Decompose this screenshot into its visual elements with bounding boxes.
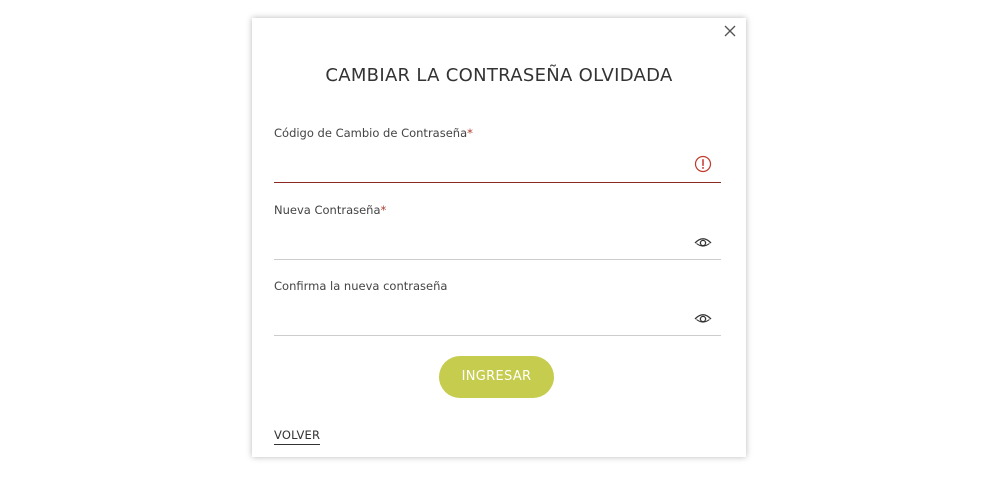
dialog-title: CAMBIAR LA CONTRASEÑA OLVIDADA (325, 65, 673, 86)
confirm-password-input[interactable] (274, 299, 684, 333)
reset-code-box (274, 146, 721, 183)
required-mark: * (380, 203, 387, 217)
new-password-box (274, 223, 721, 260)
confirm-password-label: Confirma la nueva contraseña (274, 278, 721, 294)
reset-code-field: Código de Cambio de Contraseña* (274, 125, 721, 183)
reset-code-input[interactable] (274, 146, 684, 180)
reset-code-label: Código de Cambio de Contraseña* (274, 125, 721, 141)
eye-icon[interactable] (693, 233, 713, 251)
alert-circle-icon (693, 155, 713, 173)
reset-code-label-text: Código de Cambio de Contraseña (274, 126, 468, 140)
confirm-password-box (274, 299, 721, 336)
change-password-dialog: CAMBIAR LA CONTRASEÑA OLVIDADA Código de… (252, 18, 746, 457)
close-icon[interactable] (722, 23, 738, 39)
confirm-password-label-text: Confirma la nueva contraseña (274, 279, 448, 293)
submit-button[interactable]: INGRESAR (439, 356, 554, 398)
new-password-field: Nueva Contraseña* (274, 202, 721, 260)
new-password-label-text: Nueva Contraseña (274, 203, 381, 217)
confirm-password-field: Confirma la nueva contraseña (274, 278, 721, 336)
required-mark: * (467, 126, 473, 140)
new-password-label: Nueva Contraseña* (274, 202, 721, 218)
back-link[interactable]: VOLVER (274, 428, 321, 445)
eye-icon[interactable] (693, 309, 713, 327)
new-password-input[interactable] (274, 223, 684, 257)
